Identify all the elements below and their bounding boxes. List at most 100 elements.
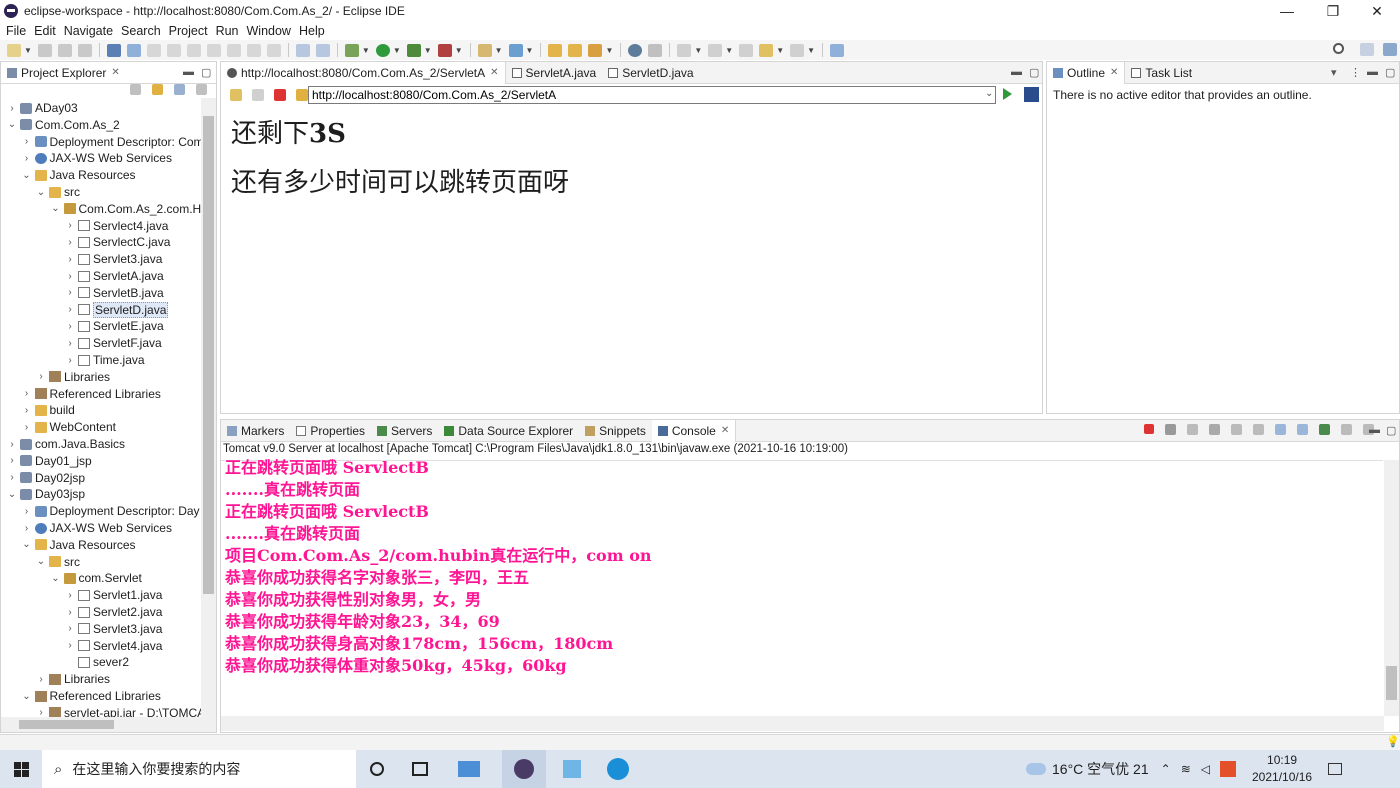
pin-editor-icon[interactable]	[830, 43, 845, 57]
print-icon[interactable]	[77, 43, 92, 57]
new-icon[interactable]	[7, 43, 21, 57]
menu-project[interactable]: Project	[169, 24, 208, 38]
next-annotation-icon[interactable]	[677, 43, 692, 57]
tree-item[interactable]: › ADay03	[7, 100, 77, 116]
tab-console[interactable]: Console ✕	[651, 419, 737, 442]
terminate-icon[interactable]	[1144, 424, 1154, 434]
tree-item[interactable]: › JAX-WS Web Services	[22, 520, 172, 536]
globe-icon[interactable]	[628, 43, 643, 57]
display-console-icon[interactable]	[1341, 424, 1352, 435]
chevron-down-icon[interactable]: ⌄	[7, 489, 17, 500]
tree-item[interactable]: › Servlet3.java	[65, 621, 162, 637]
maximize-view-icon[interactable]: ▢	[1385, 66, 1395, 79]
annotation-icon[interactable]	[648, 43, 663, 57]
run-icon[interactable]	[375, 43, 390, 57]
java-ee-perspective-icon[interactable]	[1383, 43, 1397, 56]
explorer-hscroll-thumb[interactable]	[19, 720, 114, 729]
chevron-right-icon[interactable]: ›	[7, 455, 17, 466]
start-button[interactable]	[0, 750, 42, 788]
close-icon[interactable]: ✕	[1110, 67, 1118, 78]
filter-icon[interactable]	[174, 84, 185, 95]
tab-servletd-java[interactable]: ServletD.java	[602, 62, 699, 84]
prev-annotation-icon[interactable]	[708, 43, 723, 57]
save-all-icon[interactable]	[57, 43, 72, 57]
toggle-highlight-icon[interactable]	[315, 43, 330, 57]
maximize-view-icon[interactable]: ▢	[1029, 66, 1039, 79]
tab-task-list[interactable]: Task List	[1125, 62, 1198, 84]
open-type-icon[interactable]	[548, 43, 563, 57]
weather-text[interactable]: 16°C 空气优 21	[1052, 759, 1149, 779]
step-return-icon[interactable]	[266, 43, 281, 57]
tree-item[interactable]: › Day01_jsp	[7, 453, 91, 469]
tree-item[interactable]: › Deployment Descriptor: Day	[22, 503, 200, 519]
new-java-project-icon[interactable]	[477, 43, 492, 57]
chevron-down-icon[interactable]: ⌄	[36, 187, 46, 198]
eclipse-taskbar-icon[interactable]	[502, 750, 546, 788]
chevron-right-icon[interactable]: ›	[65, 590, 75, 601]
chevron-down-icon[interactable]: ⌄	[22, 170, 32, 181]
chevron-down-icon[interactable]: ⌄	[985, 88, 993, 99]
tree-item[interactable]: › ServletD.java	[65, 301, 169, 318]
remove-all-icon[interactable]	[1187, 424, 1198, 435]
maximize-button[interactable]: ❐	[1310, 0, 1356, 22]
explorer-scroll-thumb[interactable]	[203, 116, 214, 594]
coverage-icon[interactable]	[437, 43, 452, 57]
use-step-filters-icon[interactable]	[295, 43, 310, 57]
chevron-right-icon[interactable]: ›	[65, 254, 75, 265]
taskbar-search-box[interactable]: ⌕ 在这里输入你要搜索的内容	[42, 750, 356, 788]
chevron-right-icon[interactable]: ›	[7, 439, 17, 450]
chevron-right-icon[interactable]: ›	[7, 472, 17, 483]
chevron-right-icon[interactable]: ›	[65, 640, 75, 651]
chevron-right-icon[interactable]: ›	[22, 523, 32, 534]
chevron-right-icon[interactable]: ›	[65, 355, 75, 366]
tree-item[interactable]: ⌄ Java Resources	[22, 537, 135, 553]
tree-item[interactable]: › ServlectC.java	[65, 234, 170, 250]
forward-icon[interactable]	[790, 43, 805, 57]
minimize-view-icon[interactable]: ▬	[1011, 66, 1022, 78]
disconnect-icon[interactable]	[206, 43, 221, 57]
tree-item[interactable]: › Referenced Libraries	[22, 386, 161, 402]
tree-item[interactable]: ⌄ Java Resources	[22, 167, 135, 183]
chevron-right-icon[interactable]: ›	[65, 237, 75, 248]
minimize-view-icon[interactable]: ▬	[1367, 66, 1378, 78]
tree-item[interactable]: › ServletB.java	[65, 285, 163, 301]
chevron-right-icon[interactable]: ›	[65, 220, 75, 231]
chevron-right-icon[interactable]: ›	[65, 271, 75, 282]
scroll-lock-icon[interactable]	[1231, 424, 1242, 435]
tab-outline[interactable]: Outline ✕	[1047, 61, 1126, 84]
tree-item[interactable]: › Deployment Descriptor: Com	[22, 134, 201, 150]
tree-item[interactable]: › Servlet4.java	[65, 638, 162, 654]
debug-icon[interactable]	[344, 43, 359, 57]
notification-icon[interactable]	[1328, 763, 1343, 775]
back-icon[interactable]	[230, 89, 242, 101]
clock[interactable]: 10:19 2021/10/16	[1252, 752, 1312, 786]
new-class-icon[interactable]	[508, 43, 523, 57]
chevron-right-icon[interactable]: ›	[7, 103, 17, 114]
chevron-right-icon[interactable]: ›	[22, 388, 32, 399]
menu-navigate[interactable]: Navigate	[64, 24, 113, 38]
terminal-icon[interactable]	[106, 43, 121, 57]
console-vertical-scrollbar[interactable]	[1384, 460, 1399, 716]
filter-icon[interactable]: ▾	[1331, 66, 1337, 79]
collapse-all-icon[interactable]	[130, 84, 141, 95]
stop-icon[interactable]	[274, 89, 286, 101]
resume-icon[interactable]	[146, 43, 161, 57]
lightbulb-icon[interactable]: 💡	[1386, 735, 1400, 748]
chevron-right-icon[interactable]: ›	[36, 674, 46, 685]
maximize-view-icon[interactable]: ▢	[1386, 424, 1396, 437]
go-icon[interactable]	[1003, 88, 1012, 100]
tree-item[interactable]: sever2	[65, 654, 129, 670]
chevron-down-icon[interactable]: ⌄	[36, 556, 46, 567]
tree-item[interactable]: › Servlet3.java	[65, 251, 162, 267]
pin-console-icon[interactable]	[1319, 424, 1330, 435]
last-edit-icon[interactable]	[739, 43, 754, 57]
back-icon[interactable]	[759, 43, 774, 57]
menu-run[interactable]: Run	[216, 24, 239, 38]
tab-project-explorer[interactable]: Project Explorer ✕	[1, 62, 126, 84]
tree-item[interactable]: ⌄ com.Servlet	[51, 570, 142, 586]
tree-item[interactable]: › JAX-WS Web Services	[22, 150, 172, 166]
open-perspective-icon[interactable]	[1360, 43, 1374, 56]
tab-data-source-explorer[interactable]: Data Source Explorer	[438, 420, 579, 442]
tab-properties[interactable]: Properties	[290, 420, 371, 442]
tab-markers[interactable]: Markers	[221, 420, 290, 442]
